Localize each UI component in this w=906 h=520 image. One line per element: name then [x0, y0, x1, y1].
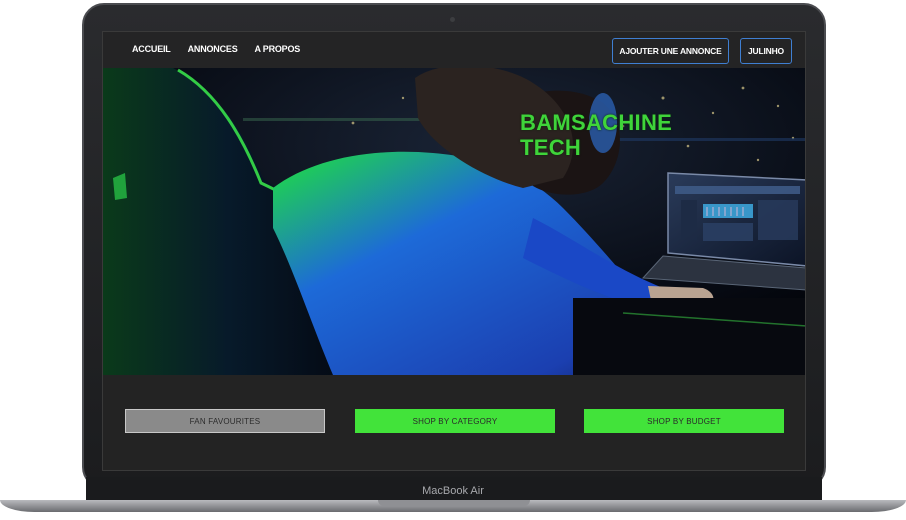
add-listing-button[interactable]: AJOUTER UNE ANNONCE — [612, 38, 729, 64]
hero-title: BAMSACHINE TECH — [520, 110, 672, 160]
laptop-base-notch — [378, 500, 530, 506]
nav-link-a-propos[interactable]: A PROPOS — [255, 44, 301, 54]
shop-by-budget-button[interactable]: SHOP BY BUDGET — [584, 409, 784, 433]
hero-banner: BAMSACHINE TECH — [103, 68, 805, 375]
shop-buttons-section: FAN FAVOURITES SHOP BY CATEGORY SHOP BY … — [103, 375, 805, 470]
laptop-model-label: MacBook Air — [422, 485, 484, 497]
hero-image — [103, 68, 805, 375]
nav-link-accueil[interactable]: ACCUEIL — [132, 44, 171, 54]
shop-by-category-button[interactable]: SHOP BY CATEGORY — [355, 409, 555, 433]
nav-links: ACCUEIL ANNONCES A PROPOS — [132, 44, 300, 54]
hero-title-line-2: TECH — [520, 135, 582, 160]
user-account-button[interactable]: JULINHO — [740, 38, 792, 64]
navbar: ACCUEIL ANNONCES A PROPOS AJOUTER UNE AN… — [103, 32, 805, 69]
hero-title-line-1: BAMSACHINE — [520, 110, 673, 135]
camera-icon — [450, 17, 455, 22]
laptop-screen: ACCUEIL ANNONCES A PROPOS AJOUTER UNE AN… — [102, 31, 806, 471]
fan-favourites-button[interactable]: FAN FAVOURITES — [125, 409, 325, 433]
nav-link-annonces[interactable]: ANNONCES — [188, 44, 238, 54]
